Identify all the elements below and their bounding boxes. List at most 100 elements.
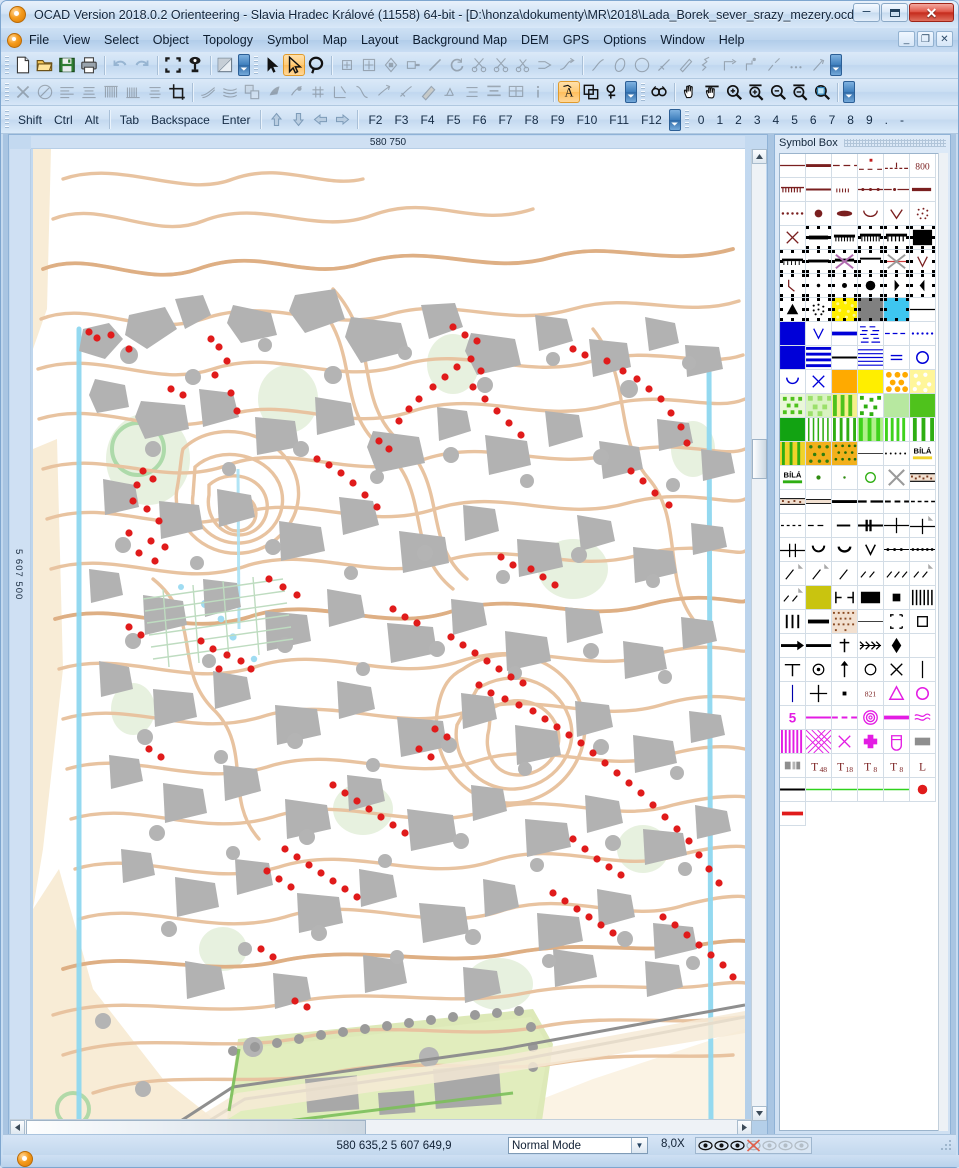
zoom-window-icon[interactable] — [811, 81, 833, 103]
symbol-double-slash-c[interactable] — [910, 562, 936, 586]
minimize-button[interactable]: – — [853, 3, 880, 22]
symbol-small-water-v[interactable] — [806, 322, 832, 346]
scroll-down-arrow[interactable] — [752, 1106, 767, 1121]
symbol-blue-fill-solid[interactable] — [780, 346, 806, 370]
symbol-stony-ground-triangle[interactable] — [780, 298, 806, 322]
symbol-green-yellow-checker[interactable] — [780, 394, 806, 418]
symbol-green-line-c[interactable] — [858, 778, 884, 802]
draw-circle-icon[interactable] — [631, 54, 653, 76]
symbol-plus-marker[interactable] — [806, 682, 832, 706]
menu-layout[interactable]: Layout — [354, 30, 406, 50]
symbol-text-l[interactable]: L — [910, 754, 936, 778]
scroll-right-arrow[interactable] — [737, 1120, 752, 1135]
duplicate-layer-icon[interactable] — [580, 81, 602, 103]
menu-topology[interactable]: Topology — [196, 30, 260, 50]
view-toggle-1[interactable] — [698, 1138, 713, 1153]
symbol-open-land-yellow[interactable] — [832, 298, 858, 322]
eraser-icon[interactable] — [417, 81, 439, 103]
symbol-lake-cyan[interactable] — [884, 298, 910, 322]
crop-icon[interactable] — [166, 81, 188, 103]
symbol-green-stripes-b[interactable] — [910, 418, 936, 442]
mode-dropdown[interactable]: Normal Mode ▼ — [508, 1137, 648, 1154]
symbol-magenta-x-cross[interactable] — [832, 730, 858, 754]
key-num-7[interactable]: 7 — [823, 109, 842, 131]
view-toggle-3[interactable] — [730, 1138, 745, 1153]
key-num-6[interactable]: 6 — [804, 109, 823, 131]
symbol-green-stripes-a[interactable] — [884, 418, 910, 442]
symbol-blue-horizontal-stripes[interactable] — [806, 346, 832, 370]
lasso-select-icon[interactable] — [305, 54, 327, 76]
key-num-4[interactable]: 4 — [767, 109, 786, 131]
zoom-in-prev-icon[interactable] — [745, 81, 767, 103]
symbol-blue-thin-stripes[interactable] — [858, 346, 884, 370]
menu-view[interactable]: View — [56, 30, 97, 50]
symbol-open-land-light-yellow[interactable] — [910, 370, 936, 394]
menu-options[interactable]: Options — [596, 30, 653, 50]
symbol-railway-double-tick[interactable] — [858, 514, 884, 538]
symbol-stony-ground-dots[interactable] — [806, 298, 832, 322]
duplicate-icon[interactable] — [241, 81, 263, 103]
symbol-vertical-bars-dense[interactable] — [910, 586, 936, 610]
print-icon[interactable] — [78, 54, 100, 76]
draw-ellipse-icon[interactable] — [609, 54, 631, 76]
symbol-marsh-double-line[interactable] — [884, 346, 910, 370]
symbol-plain-black-line[interactable] — [910, 298, 936, 322]
symbol-road-narrow-checker[interactable] — [806, 490, 832, 514]
symbol-control-number-5[interactable]: 5 — [780, 706, 806, 730]
symbol-small-gully-v[interactable] — [910, 250, 936, 274]
symbol-magenta-line[interactable] — [806, 706, 832, 730]
symbol-tiny-square-dot[interactable] — [832, 682, 858, 706]
align-left-icon[interactable] — [56, 81, 78, 103]
key-f5[interactable]: F5 — [441, 109, 467, 131]
symbol-rough-open-orange[interactable] — [832, 370, 858, 394]
symbol-cave-left[interactable] — [910, 274, 936, 298]
symbol-cliff-with-ticks[interactable] — [832, 226, 858, 250]
symbol-small-depression[interactable] — [858, 202, 884, 226]
rotate-fill-icon[interactable] — [263, 81, 285, 103]
symbol-magenta-dashed-line[interactable] — [832, 706, 858, 730]
key-num-5[interactable]: 5 — [785, 109, 804, 131]
scroll-left-arrow[interactable] — [10, 1120, 25, 1135]
symbol-green-checker-white[interactable] — [858, 394, 884, 418]
draw-rect-line-icon[interactable] — [719, 54, 741, 76]
symbol-broken-ground[interactable] — [910, 202, 936, 226]
map-horizontal-scrollbar[interactable] — [10, 1119, 752, 1135]
symbol-path-long-dash[interactable] — [858, 490, 884, 514]
toolbar-grip[interactable] — [5, 82, 9, 102]
toolbar-overflow-button-5[interactable]: ⏷ — [668, 108, 681, 131]
key-f10[interactable]: F10 — [571, 109, 604, 131]
symbol-pit-v-black[interactable] — [858, 538, 884, 562]
key-num-1[interactable]: 1 — [710, 109, 729, 131]
zoom-in-icon[interactable] — [723, 81, 745, 103]
symbol-first-aid-cross[interactable] — [858, 730, 884, 754]
measure-angle-icon[interactable] — [329, 81, 351, 103]
symbol-impassable-rock-face[interactable] — [910, 226, 936, 250]
text-edit-icon[interactable] — [439, 81, 461, 103]
symbol-bright-green-stripes[interactable] — [858, 418, 884, 442]
symbol-yellow-green-mix[interactable] — [832, 394, 858, 418]
key-arrow-left[interactable] — [309, 110, 331, 130]
symbol-path-thick-black[interactable] — [832, 490, 858, 514]
symbol-orchard-dense[interactable] — [832, 442, 858, 466]
symbol-water-cross-x[interactable] — [806, 370, 832, 394]
symbol-dot-dash-black[interactable] — [884, 538, 910, 562]
table-icon[interactable] — [505, 81, 527, 103]
symbol-open-land-solid-yellow[interactable] — [858, 370, 884, 394]
symbol-text-t48[interactable]: T 48 — [806, 754, 832, 778]
symbol-blue-dashed-line[interactable] — [884, 322, 910, 346]
menu-file[interactable]: File — [22, 30, 56, 50]
symbol-cliff-tick-a[interactable] — [858, 226, 884, 250]
symbol-green-line-a[interactable] — [806, 778, 832, 802]
undo-icon[interactable] — [109, 54, 131, 76]
delete-point-icon[interactable] — [402, 54, 424, 76]
zoom-out-prev-icon[interactable] — [789, 81, 811, 103]
pan-hand-icon[interactable] — [679, 81, 701, 103]
key-num-minus[interactable]: - — [894, 109, 910, 131]
redo-icon[interactable] — [131, 54, 153, 76]
symbol-grid-container[interactable]: 800 BÍLÁ BÍLÁ 821 5 T 48 T 18 T 8 T 8 L — [779, 153, 940, 1131]
find-icon[interactable] — [648, 81, 670, 103]
key-f11[interactable]: F11 — [603, 109, 635, 131]
symbol-slash-line-c[interactable] — [832, 562, 858, 586]
symbol-dense-dot-line[interactable] — [910, 538, 936, 562]
toolbar-grip[interactable] — [684, 110, 689, 129]
